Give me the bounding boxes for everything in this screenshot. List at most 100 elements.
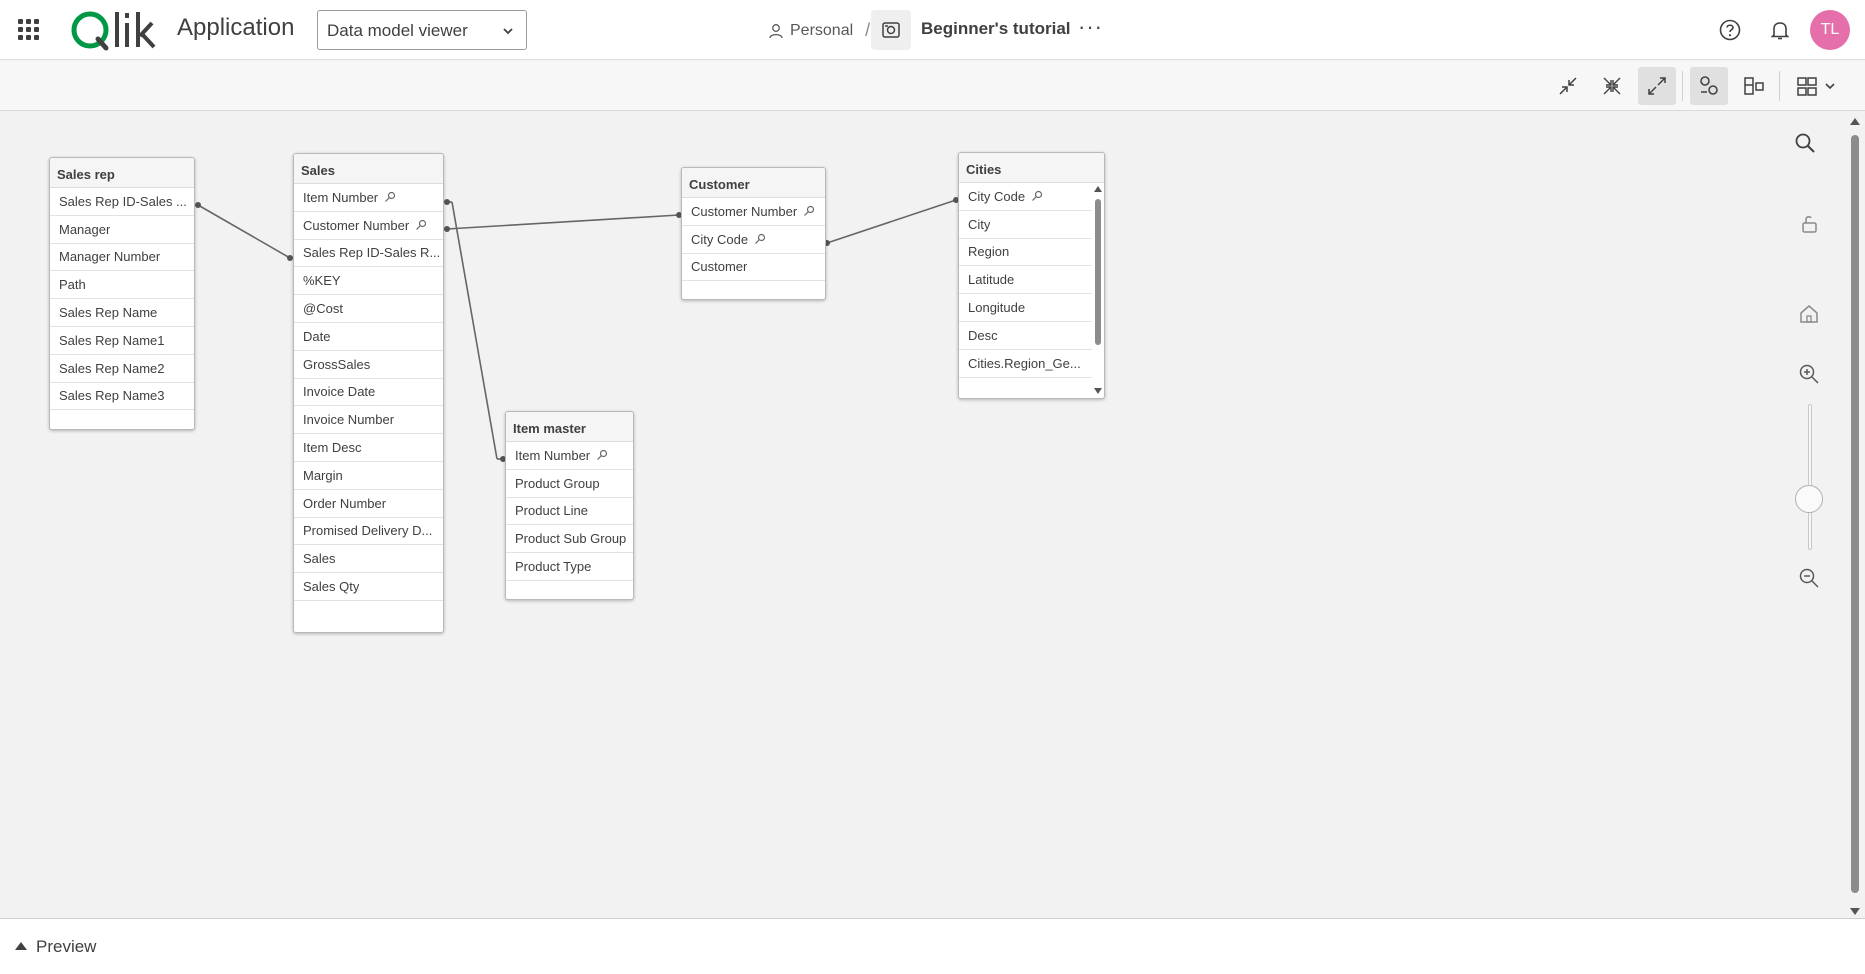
field-row[interactable]: Cities.Region_Ge...	[959, 350, 1092, 378]
field-row[interactable]: City	[959, 211, 1092, 239]
preview-label: Preview	[36, 937, 97, 956]
field-row[interactable]: Product Type	[506, 553, 633, 581]
app-launcher-icon[interactable]	[18, 19, 40, 41]
key-icon	[416, 220, 427, 231]
home-button[interactable]	[1794, 299, 1824, 329]
qlik-logo[interactable]	[70, 9, 158, 51]
field-row[interactable]: Manager Number	[50, 244, 194, 272]
search-icon	[1795, 133, 1815, 153]
field-row[interactable]: Date	[294, 323, 443, 351]
collapse-all-icon	[1559, 77, 1577, 95]
model-toolbar	[0, 61, 1865, 111]
association-links	[195, 197, 959, 462]
zoom-in-button[interactable]	[1794, 359, 1824, 389]
more-options-button[interactable]: ···	[1078, 14, 1103, 40]
field-row[interactable]: Region	[959, 239, 1092, 267]
field-row[interactable]: GrossSales	[294, 351, 443, 379]
notifications-bell-icon[interactable]	[1768, 18, 1792, 42]
table-title[interactable]: Customer	[682, 168, 825, 198]
field-row[interactable]: Invoice Number	[294, 406, 443, 435]
key-icon	[597, 450, 608, 461]
lock-button[interactable]	[1794, 209, 1824, 239]
data-model-canvas[interactable]: Sales rep Sales Rep ID-Sales ... Manager…	[0, 112, 1865, 918]
field-row[interactable]: Item Desc	[294, 434, 443, 462]
field-row[interactable]: Sales Rep Name2	[50, 355, 194, 383]
zoom-slider-thumb[interactable]	[1795, 485, 1823, 513]
field-row[interactable]: Order Number	[294, 490, 443, 518]
sheet-title[interactable]: Beginner's tutorial	[921, 19, 1071, 39]
table-sales[interactable]: Sales Item Number Customer Number Sales …	[293, 153, 444, 633]
field-row[interactable]: Sales Rep ID-Sales R...	[294, 240, 443, 268]
unlock-icon	[1802, 216, 1817, 233]
field-row[interactable]: Manager	[50, 216, 194, 244]
layout-menu-button[interactable]	[1790, 67, 1842, 105]
search-button[interactable]	[1790, 128, 1820, 158]
field-row[interactable]: Item Number	[294, 184, 443, 212]
app-overview-button[interactable]	[871, 10, 911, 50]
field-row[interactable]: %KEY	[294, 267, 443, 296]
table-item-master[interactable]: Item master Item Number Product Group Pr…	[505, 411, 634, 600]
table-sales-rep[interactable]: Sales rep Sales Rep ID-Sales ... Manager…	[49, 157, 195, 430]
user-avatar[interactable]: TL	[1810, 10, 1850, 50]
field-row[interactable]: Product Line	[506, 498, 633, 526]
table-customer[interactable]: Customer Customer Number City Code Custo…	[681, 167, 826, 300]
view-select-dropdown[interactable]: Data model viewer	[317, 10, 527, 50]
field-row[interactable]: City Code	[682, 226, 825, 254]
table-scrollbar[interactable]	[1094, 185, 1102, 395]
field-row[interactable]: Product Group	[506, 470, 633, 498]
field-row[interactable]: Sales Rep ID-Sales ...	[50, 188, 194, 216]
app-header: Application Data model viewer Personal /…	[0, 0, 1865, 60]
field-row[interactable]: Sales Rep Name	[50, 299, 194, 327]
chevron-down-icon	[503, 28, 513, 35]
field-row[interactable]: Sales Rep Name1	[50, 327, 194, 355]
zoom-out-button[interactable]	[1794, 563, 1824, 593]
internal-table-view-button[interactable]	[1735, 67, 1773, 105]
field-row[interactable]: Sales Qty	[294, 573, 443, 601]
zoom-out-icon	[1799, 568, 1819, 588]
field-row[interactable]: Customer	[682, 254, 825, 282]
space-name: Personal	[790, 21, 854, 39]
app-icon	[882, 22, 900, 38]
chevron-down-icon	[1825, 83, 1835, 90]
field-row[interactable]: Promised Delivery D...	[294, 518, 443, 546]
show-linked-fields-button[interactable]	[1593, 67, 1631, 105]
internal-table-view-icon	[1744, 77, 1764, 95]
field-row[interactable]: Customer Number	[294, 212, 443, 240]
field-row[interactable]: Sales	[294, 545, 443, 574]
source-table-view-button[interactable]	[1690, 67, 1728, 105]
breadcrumb-separator: /	[865, 20, 871, 40]
caret-up-icon	[15, 942, 27, 950]
field-row[interactable]: Product Sub Group	[506, 525, 633, 554]
field-row[interactable]: Path	[50, 271, 194, 300]
expand-all-button[interactable]	[1638, 67, 1676, 105]
preview-panel-toggle[interactable]: Preview	[0, 918, 1865, 974]
field-row[interactable]: Customer Number	[682, 198, 825, 226]
zoom-in-icon	[1799, 364, 1819, 384]
field-row[interactable]: Desc	[959, 322, 1092, 350]
table-title[interactable]: Sales	[294, 154, 443, 184]
layout-grid-icon	[1797, 77, 1817, 96]
scrollbar-thumb[interactable]	[1851, 135, 1859, 893]
source-table-view-icon	[1700, 76, 1718, 95]
zoom-slider-track[interactable]	[1808, 404, 1812, 550]
field-row[interactable]: Item Number	[506, 442, 633, 470]
table-title[interactable]: Cities	[959, 153, 1104, 183]
field-row[interactable]: Longitude	[959, 294, 1092, 322]
table-cities[interactable]: Cities City Code City Region Latitude Lo…	[958, 152, 1105, 399]
key-icon	[1032, 191, 1043, 202]
field-row[interactable]: Sales Rep Name3	[50, 383, 194, 411]
field-row[interactable]: City Code	[959, 183, 1092, 211]
key-icon	[804, 206, 815, 217]
canvas-vertical-scrollbar[interactable]	[1848, 115, 1862, 918]
app-title: Application	[177, 14, 295, 41]
field-row[interactable]: Margin	[294, 462, 443, 490]
home-icon	[1800, 305, 1818, 323]
help-icon[interactable]	[1718, 18, 1742, 42]
space-breadcrumb[interactable]: Personal /	[768, 20, 870, 41]
collapse-all-button[interactable]	[1549, 67, 1587, 105]
field-row[interactable]: Invoice Date	[294, 379, 443, 407]
table-title[interactable]: Sales rep	[50, 158, 194, 188]
field-row[interactable]: @Cost	[294, 295, 443, 323]
field-row[interactable]: Latitude	[959, 266, 1092, 295]
table-title[interactable]: Item master	[506, 412, 633, 442]
